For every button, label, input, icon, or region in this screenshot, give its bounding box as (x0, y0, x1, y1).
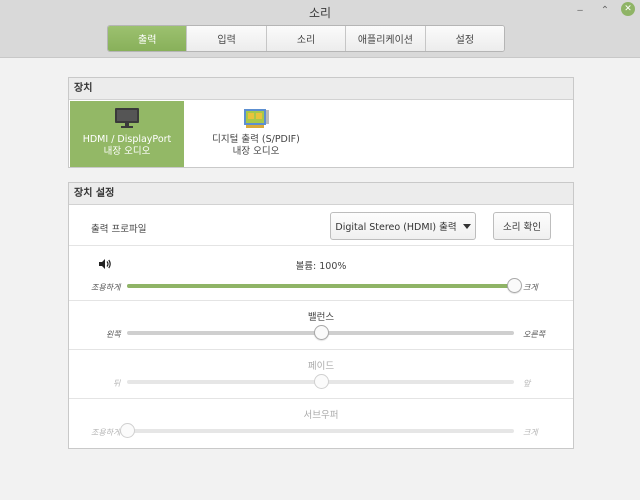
sound-card-icon (244, 109, 269, 128)
fade-row: 페이드 뒤 앞 (69, 350, 573, 399)
tab-input[interactable]: 입력 (187, 26, 267, 51)
balance-max-label: 오른쪽 (523, 330, 546, 339)
fade-max-label: 앞 (523, 379, 531, 388)
balance-thumb[interactable] (313, 325, 329, 340)
tab-bar: 출력 입력 소리 애플리케이션 설정 (107, 25, 505, 52)
tab-sounds[interactable]: 소리 (266, 26, 347, 51)
balance-row: 밸런스 왼쪽 오른쪽 (69, 301, 573, 350)
device-sub: 내장 오디오 (232, 146, 280, 157)
subwoofer-min-label: 조용하게 (91, 428, 121, 437)
balance-title: 밸런스 (307, 312, 335, 323)
subwoofer-row: 서브우퍼 조용하게 크게 (69, 399, 573, 448)
fade-title: 페이드 (307, 361, 335, 372)
tab-output[interactable]: 출력 (108, 26, 188, 51)
window-header: 소리 ‒ ⌃ ✕ 출력 입력 소리 애플리케이션 설정 (0, 0, 640, 58)
volume-title: 볼륨: 100% (295, 261, 347, 272)
profile-row: 출력 프로파일 Digital Stereo (HDMI) 출력 소리 확인 (69, 206, 573, 246)
volume-min-label: 조용하게 (91, 283, 121, 292)
profile-value: Digital Stereo (HDMI) 출력 (335, 222, 457, 233)
subwoofer-thumb[interactable] (120, 423, 135, 438)
volume-fill (127, 284, 514, 288)
balance-slider[interactable] (127, 325, 514, 340)
monitor-icon (115, 108, 139, 128)
fade-min-label: 뒤 (113, 379, 121, 388)
test-sound-button[interactable]: 소리 확인 (493, 212, 551, 240)
device-sub: 내장 오디오 (103, 146, 151, 157)
tab-settings[interactable]: 설정 (425, 26, 504, 51)
balance-min-label: 왼쪽 (106, 330, 121, 339)
devices-section-title: 장치 (69, 78, 573, 100)
fade-thumb[interactable] (313, 374, 329, 389)
maximize-icon[interactable]: ⌃ (597, 2, 613, 18)
minimize-icon[interactable]: ‒ (572, 2, 588, 18)
fade-slider[interactable] (127, 374, 514, 389)
volume-row: 볼륨: 100% 조용하게 크게 (69, 246, 573, 301)
profile-label: 출력 프로파일 (91, 224, 147, 235)
volume-thumb[interactable] (507, 278, 522, 293)
device-name: HDMI / DisplayPort (82, 134, 172, 145)
devices-section: 장치 HDMI / DisplayPort 내장 오디오 디지털 출력 (S/P… (68, 77, 574, 168)
settings-section-title: 장치 설정 (69, 183, 573, 205)
volume-max-label: 크게 (523, 283, 538, 292)
subwoofer-slider[interactable] (120, 423, 514, 438)
subwoofer-max-label: 크게 (523, 428, 538, 437)
device-spdif[interactable]: 디지털 출력 (S/PDIF) 내장 오디오 (193, 101, 319, 167)
close-icon[interactable]: ✕ (621, 2, 635, 16)
tab-applications[interactable]: 애플리케이션 (346, 26, 426, 51)
volume-slider[interactable] (127, 278, 522, 293)
subwoofer-title: 서브우퍼 (303, 410, 339, 421)
device-settings-section: 장치 설정 출력 프로파일 Digital Stereo (HDMI) 출력 소… (68, 182, 574, 449)
device-hdmi[interactable]: HDMI / DisplayPort 내장 오디오 (70, 101, 184, 167)
chevron-down-icon (462, 223, 471, 229)
profile-combo[interactable]: Digital Stereo (HDMI) 출력 (330, 212, 476, 240)
window-title: 소리 (308, 6, 332, 20)
device-name: 디지털 출력 (S/PDIF) (212, 134, 300, 145)
